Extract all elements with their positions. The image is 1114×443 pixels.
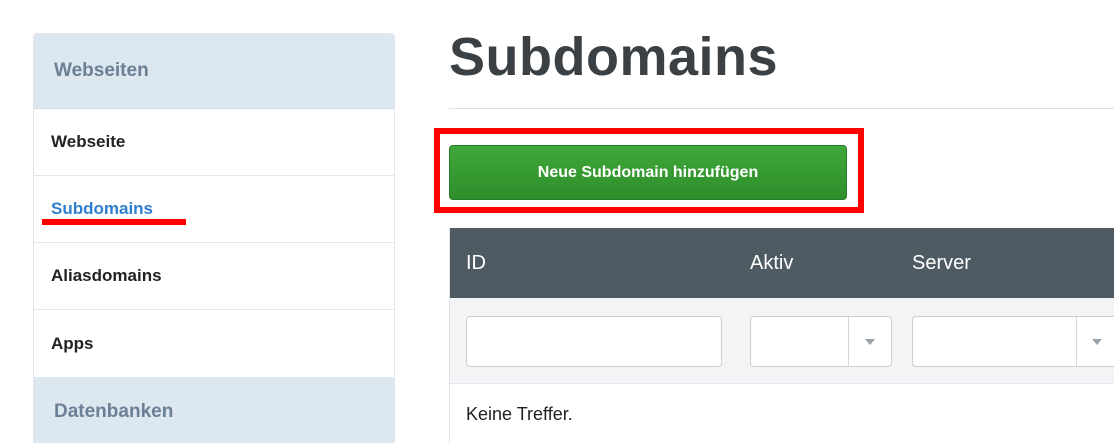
server-filter-select[interactable] [912, 316, 1114, 367]
column-header-aktiv[interactable]: Aktiv [750, 252, 793, 275]
sidebar-item-label: Apps [51, 333, 94, 353]
sidebar-section-datenbanken[interactable]: Datenbanken [34, 377, 394, 443]
sidebar-item-label: Webseite [51, 132, 126, 151]
subdomains-table: ID Aktiv Server Keine Treffer. [449, 228, 1114, 443]
filter-row [450, 298, 1114, 384]
sidebar-item-subdomains[interactable]: Subdomains [34, 176, 394, 243]
sidebar-section-title: Datenbanken [54, 401, 174, 422]
sidebar: Webseiten Webseite Subdomains Aliasdomai… [33, 33, 395, 443]
column-header-id[interactable]: ID [466, 252, 486, 275]
add-subdomain-button[interactable]: Neue Subdomain hinzufügen [449, 145, 847, 200]
select-divider [848, 317, 849, 366]
select-divider [1076, 317, 1077, 366]
sidebar-item-apps[interactable]: Apps [34, 310, 394, 377]
page: Webseiten Webseite Subdomains Aliasdomai… [0, 0, 1114, 443]
chevron-down-icon [1092, 339, 1102, 345]
page-title: Subdomains [449, 27, 779, 87]
aktiv-filter-select[interactable] [750, 316, 892, 367]
sidebar-section-webseiten[interactable]: Webseiten [34, 34, 394, 109]
sidebar-item-aliasdomains[interactable]: Aliasdomains [34, 243, 394, 310]
table-header: ID Aktiv Server [450, 228, 1114, 298]
column-header-server[interactable]: Server [912, 252, 971, 275]
red-underline-annotation [42, 219, 186, 225]
sidebar-section-title: Webseiten [54, 60, 149, 81]
title-divider [449, 108, 1114, 109]
sidebar-item-webseite[interactable]: Webseite [34, 109, 394, 176]
id-filter-input[interactable] [466, 316, 722, 367]
empty-message: Keine Treffer. [466, 404, 573, 424]
sidebar-item-label: Subdomains [51, 199, 154, 218]
sidebar-item-label: Aliasdomains [51, 266, 162, 285]
chevron-down-icon [865, 339, 875, 345]
